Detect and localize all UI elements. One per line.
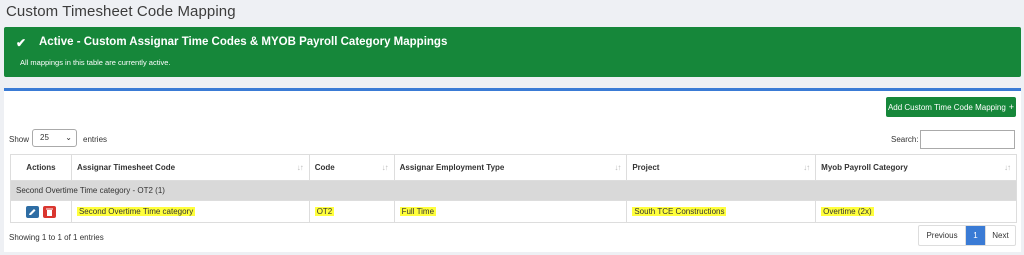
add-button-label: Add Custom Time Code Mapping [887, 102, 1006, 112]
project-value: South TCE Constructions [632, 207, 727, 216]
cell-project: South TCE Constructions [626, 200, 817, 223]
cell-timesheet-code: Second Overtime Time category [70, 200, 310, 223]
pencil-icon [28, 208, 36, 215]
alert-body: All mappings in this table are currently… [20, 58, 171, 67]
column-header-code[interactable]: Code ↓↑ [308, 154, 395, 181]
employment-type-value: Full Time [399, 207, 437, 216]
code-value: OT2 [314, 207, 335, 216]
page-title: Custom Timesheet Code Mapping [6, 3, 236, 20]
chevron-down-icon: ⌄ [65, 133, 72, 142]
alert-title: Active - Custom Assignar Time Codes & MY… [39, 36, 448, 48]
plus-icon: + [1008, 102, 1015, 112]
entries-label: entries [83, 135, 108, 144]
mappings-table: Actions Assignar Timesheet Code ↓↑ Code ↓↑… [10, 154, 1017, 223]
table-row: Second Overtime Time category OT2 Full T… [10, 200, 1017, 223]
table-header-row: Actions Assignar Timesheet Code ↓↑ Code ↓↑… [10, 154, 1017, 181]
mappings-panel: Add Custom Time Code Mapping + Show 25 ⌄… [4, 88, 1021, 252]
group-label: Second Overtime Time category - OT2 (1) [10, 180, 1017, 201]
cell-employment-type: Full Time [393, 200, 628, 223]
sort-icon: ↓↑ [296, 163, 304, 172]
trash-icon [46, 208, 54, 216]
header-label: Assignar Timesheet Code [76, 163, 176, 172]
table-info: Showing 1 to 1 of 1 entries [9, 233, 104, 242]
sort-icon: ↓↑ [1004, 163, 1011, 172]
search-label: Search: [891, 135, 919, 144]
group-row: Second Overtime Time category - OT2 (1) [10, 180, 1017, 201]
pagination: Previous 1 Next [918, 225, 1016, 246]
cell-payroll-category: Overtime (2x) [815, 200, 1017, 223]
header-label: Project [632, 163, 660, 172]
column-header-timesheet-code[interactable]: Assignar Timesheet Code ↓↑ [70, 154, 310, 181]
entries-per-page-select[interactable]: 25 ⌄ [32, 129, 77, 147]
next-page-button[interactable]: Next [985, 226, 1015, 245]
sort-icon: ↓↑ [803, 163, 810, 172]
page-1-button[interactable]: 1 [965, 226, 985, 245]
active-mappings-alert: ✔ Active - Custom Assignar Time Codes & … [4, 27, 1021, 77]
delete-button[interactable] [43, 205, 57, 218]
search-input[interactable] [920, 130, 1015, 149]
column-header-project[interactable]: Project ↓↑ [626, 154, 817, 181]
column-header-employment-type[interactable]: Assignar Employment Type ↓↑ [393, 154, 628, 181]
timesheet-code-value: Second Overtime Time category [76, 207, 196, 216]
add-custom-time-code-mapping-button[interactable]: Add Custom Time Code Mapping + [886, 97, 1016, 117]
header-label: Assignar Employment Type [399, 163, 505, 172]
cell-code: OT2 [308, 200, 395, 223]
header-label: Code [314, 163, 335, 172]
header-label: Myob Payroll Category [821, 163, 908, 172]
actions-cell [10, 200, 72, 223]
payroll-category-value: Overtime (2x) [821, 207, 874, 216]
previous-page-button[interactable]: Previous [919, 226, 965, 245]
edit-button[interactable] [25, 205, 39, 218]
sort-icon: ↓↑ [381, 163, 389, 172]
column-header-payroll-category[interactable]: Myob Payroll Category ↓↑ [815, 154, 1017, 181]
sort-icon: ↓↑ [614, 163, 621, 172]
show-label: Show [9, 135, 30, 144]
entries-selected-value: 25 [40, 133, 49, 142]
column-header-actions: Actions [10, 154, 72, 181]
checkmark-icon: ✔ [16, 36, 27, 50]
